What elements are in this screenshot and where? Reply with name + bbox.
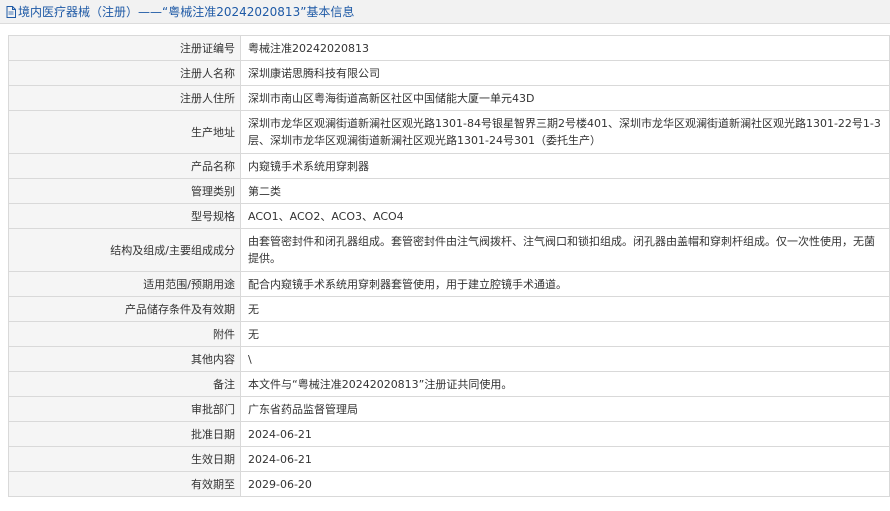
field-label: 产品储存条件及有效期 <box>8 296 241 322</box>
field-value: 2029-06-20 <box>240 471 890 497</box>
field-label: 备注 <box>8 371 241 397</box>
field-label: 注册人住所 <box>8 85 241 111</box>
field-label: 结构及组成/主要组成成分 <box>8 228 241 272</box>
field-label: 管理类别 <box>8 178 241 204</box>
table-row: 附件 无 <box>8 321 890 347</box>
field-value: 粤械注准20242020813 <box>240 35 890 61</box>
table-row: 型号规格 ACO1、ACO2、ACO3、ACO4 <box>8 203 890 229</box>
field-label: 其他内容 <box>8 346 241 372</box>
field-value: 深圳市南山区粤海街道高新区社区中国储能大厦一单元43D <box>240 85 890 111</box>
table-row: 备注 本文件与“粤械注准20242020813”注册证共同使用。 <box>8 371 890 397</box>
table-row: 产品名称 内窥镜手术系统用穿刺器 <box>8 153 890 179</box>
field-value: 内窥镜手术系统用穿刺器 <box>240 153 890 179</box>
field-value: 广东省药品监督管理局 <box>240 396 890 422</box>
info-table: 注册证编号 粤械注准20242020813 注册人名称 深圳康诺思腾科技有限公司… <box>8 35 890 497</box>
table-row: 适用范围/预期用途 配合内窥镜手术系统用穿刺器套管使用，用于建立腔镜手术通道。 <box>8 271 890 297</box>
field-value: \ <box>240 346 890 372</box>
document-icon <box>6 5 16 18</box>
field-value: 第二类 <box>240 178 890 204</box>
table-row: 管理类别 第二类 <box>8 178 890 204</box>
table-row: 生产地址 深圳市龙华区观澜街道新澜社区观光路1301-84号银星智界三期2号楼4… <box>8 110 890 154</box>
field-label: 生产地址 <box>8 110 241 154</box>
field-label: 生效日期 <box>8 446 241 472</box>
field-value: 2024-06-21 <box>240 421 890 447</box>
field-value: 本文件与“粤械注准20242020813”注册证共同使用。 <box>240 371 890 397</box>
field-value: 无 <box>240 321 890 347</box>
field-label: 注册人名称 <box>8 60 241 86</box>
field-label: 注册证编号 <box>8 35 241 61</box>
field-value: 深圳康诺思腾科技有限公司 <box>240 60 890 86</box>
field-label: 批准日期 <box>8 421 241 447</box>
field-label: 型号规格 <box>8 203 241 229</box>
field-label: 审批部门 <box>8 396 241 422</box>
field-value: ACO1、ACO2、ACO3、ACO4 <box>240 203 890 229</box>
page-title: 境内医疗器械（注册）——“粤械注准20242020813”基本信息 <box>18 5 355 19</box>
table-row: 批准日期 2024-06-21 <box>8 421 890 447</box>
table-row: 审批部门 广东省药品监督管理局 <box>8 396 890 422</box>
field-label: 有效期至 <box>8 471 241 497</box>
table-row: 注册证编号 粤械注准20242020813 <box>8 35 890 61</box>
field-value: 无 <box>240 296 890 322</box>
field-label: 产品名称 <box>8 153 241 179</box>
field-label: 适用范围/预期用途 <box>8 271 241 297</box>
table-row: 注册人名称 深圳康诺思腾科技有限公司 <box>8 60 890 86</box>
table-row: 结构及组成/主要组成成分 由套管密封件和闭孔器组成。套管密封件由注气阀拨杆、注气… <box>8 228 890 272</box>
field-label: 附件 <box>8 321 241 347</box>
field-value: 由套管密封件和闭孔器组成。套管密封件由注气阀拨杆、注气阀口和锁扣组成。闭孔器由盖… <box>240 228 890 272</box>
table-row: 其他内容 \ <box>8 346 890 372</box>
field-value: 深圳市龙华区观澜街道新澜社区观光路1301-84号银星智界三期2号楼401、深圳… <box>240 110 890 154</box>
page-header: 境内医疗器械（注册）——“粤械注准20242020813”基本信息 <box>0 0 890 24</box>
table-row: 有效期至 2029-06-20 <box>8 471 890 497</box>
table-row: 产品储存条件及有效期 无 <box>8 296 890 322</box>
field-value: 配合内窥镜手术系统用穿刺器套管使用，用于建立腔镜手术通道。 <box>240 271 890 297</box>
table-row: 生效日期 2024-06-21 <box>8 446 890 472</box>
table-row: 注册人住所 深圳市南山区粤海街道高新区社区中国储能大厦一单元43D <box>8 85 890 111</box>
field-value: 2024-06-21 <box>240 446 890 472</box>
info-table-container: 注册证编号 粤械注准20242020813 注册人名称 深圳康诺思腾科技有限公司… <box>8 35 890 497</box>
